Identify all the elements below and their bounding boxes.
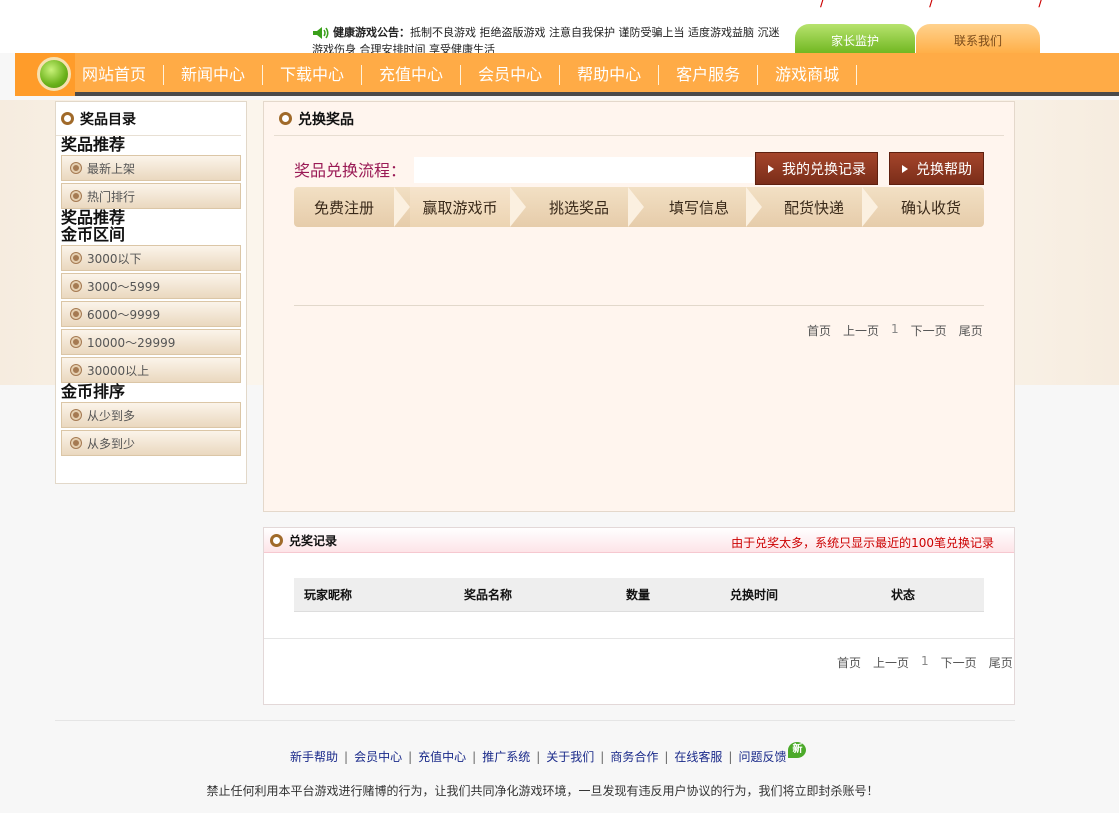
col-player: 玩家昵称 [304,588,353,602]
footer-link-member[interactable]: 会员中心 [348,748,408,765]
header-red-marks: / / / [820,0,1094,10]
pager-next[interactable]: 下一页 [941,654,977,671]
footer-link-business[interactable]: 商务合作 [604,748,664,765]
dot-icon [71,309,81,319]
nav-help[interactable]: 帮助中心 [560,65,658,85]
sidebar-section-coin-range: 金币区间 [61,225,126,244]
dot-icon [71,281,81,291]
dot-icon [71,253,81,263]
sidebar-item-range-1[interactable]: 3000以下 [61,245,241,271]
pager-prev[interactable]: 上一页 [873,654,909,671]
play-arrow-icon [768,164,774,173]
exchange-panel: 兑换奖品 奖品兑换流程： 我的兑换记录 兑换帮助 免费注册 赢取游戏币 挑选奖品… [263,101,1015,512]
circle-bullet-icon [270,533,283,547]
step-delivery: 配货快递 [783,198,844,217]
exchange-help-button[interactable]: 兑换帮助 [889,152,984,185]
panel-title: 兑换奖品 [298,111,354,128]
col-time: 兑换时间 [730,588,779,602]
pager-last[interactable]: 尾页 [989,654,1013,671]
step-pick-prize: 挑选奖品 [548,198,609,217]
col-status: 状态 [891,588,916,602]
pager: 首页 上一页 1 下一页 尾页 [807,322,983,339]
footer-link-newbie[interactable]: 新手帮助 [290,748,344,765]
pager-current: 1 [891,322,899,336]
records-table-header: 玩家昵称 奖品名称 数量 兑换时间 状态 [294,578,984,612]
footer-link-support[interactable]: 在线客服 [668,748,728,765]
health-notice: 健康游戏公告：抵制不良游戏 拒绝盗版游戏 注意自我保护 谨防受骗上当 适度游戏益… [312,24,782,54]
step-register: 免费注册 [313,198,374,217]
nav-shop[interactable]: 游戏商城 [758,65,856,85]
nav-home[interactable]: 网站首页 [65,65,163,85]
notice-label: 健康游戏公告： [333,26,410,39]
step-fill-info: 填写信息 [668,198,729,217]
nav-download[interactable]: 下载中心 [263,65,361,85]
footer-link-promo[interactable]: 推广系统 [476,748,536,765]
circle-bullet-icon [279,112,292,125]
footer-link-recharge[interactable]: 充值中心 [412,748,472,765]
footer-link-about[interactable]: 关于我们 [540,748,600,765]
pager-first[interactable]: 首页 [807,322,831,339]
dot-icon [71,337,81,347]
records-note: 由于兑奖太多，系统只显示最近的100笔兑换记录 [731,536,994,550]
col-quantity: 数量 [626,588,651,602]
footer-warning: 禁止任何利用本平台游戏进行赌博的行为，让我们共同净化游戏环境，一旦发现有违反用户… [206,784,879,798]
dot-icon [71,163,81,173]
pager-prev[interactable]: 上一页 [843,322,879,339]
exchange-steps: 免费注册 赢取游戏币 挑选奖品 填写信息 配货快递 确认收货 [294,187,984,227]
sidebar-item-hot[interactable]: 热门排行 [61,183,241,209]
nav-service[interactable]: 客户服务 [659,65,757,85]
speaker-icon [313,27,329,39]
pager-next[interactable]: 下一页 [911,322,947,339]
top-bar: / / / 健康游戏公告：抵制不良游戏 拒绝盗版游戏 注意自我保护 谨防受骗上当… [0,0,1119,54]
prize-catalog-sidebar: 奖品目录 奖品推荐 最新上架 热门排行 奖品推荐 金币区间 3000以下 300… [55,101,247,484]
col-prize: 奖品名称 [464,588,513,602]
dot-icon [71,438,81,448]
dot-icon [71,410,81,420]
sidebar-section-recommend-2: 奖品推荐 [61,208,126,227]
sidebar-item-sort-desc[interactable]: 从多到少 [61,430,241,456]
dot-icon [71,365,81,375]
flow-title: 奖品兑换流程： [294,161,407,180]
main-nav: 网站首页 新闻中心 下载中心 充值中心 会员中心 帮助中心 客户服务 游戏商城 [15,53,1119,96]
sidebar-item-range-4[interactable]: 10000～29999 [61,329,241,355]
tab-parent-monitor[interactable]: 家长监护 [795,24,915,54]
pager-last[interactable]: 尾页 [959,322,983,339]
step-earn-coins: 赢取游戏币 [410,187,510,227]
nav-member[interactable]: 会员中心 [461,65,559,85]
sidebar-item-sort-asc[interactable]: 从少到多 [61,402,241,428]
play-arrow-icon [902,164,908,173]
circle-bullet-icon [61,112,74,125]
records-panel: 兑奖记录 由于兑奖太多，系统只显示最近的100笔兑换记录 玩家昵称 奖品名称 数… [263,527,1015,705]
new-badge-icon: 新 [788,741,807,758]
sidebar-item-range-2[interactable]: 3000～5999 [61,273,241,299]
records-pager: 首页 上一页 1 下一页 尾页 [837,654,1013,671]
pager-first[interactable]: 首页 [837,654,861,671]
tab-contact-us[interactable]: 联系我们 [916,24,1040,54]
footer-links: 新手帮助 | 会员中心 | 充值中心 | 推广系统 | 关于我们 | 商务合作 | 在线客服… [290,741,807,765]
sidebar-title: 奖品目录 [80,111,136,128]
sidebar-item-newest[interactable]: 最新上架 [61,155,241,181]
pager-current: 1 [921,654,929,668]
sidebar-item-range-5[interactable]: 30000以上 [61,357,241,383]
sidebar-section-recommend: 奖品推荐 [61,135,126,154]
sidebar-item-range-3[interactable]: 6000～9999 [61,301,241,327]
dot-icon [71,191,81,201]
nav-recharge[interactable]: 充值中心 [362,65,460,85]
my-records-button[interactable]: 我的兑换记录 [755,152,878,185]
nav-news[interactable]: 新闻中心 [164,65,262,85]
records-title: 兑奖记录 [289,533,338,548]
step-confirm: 确认收货 [900,198,961,217]
sidebar-section-coin-sort: 金币排序 [61,382,126,401]
footer-link-feedback[interactable]: 问题反馈 [732,748,792,765]
